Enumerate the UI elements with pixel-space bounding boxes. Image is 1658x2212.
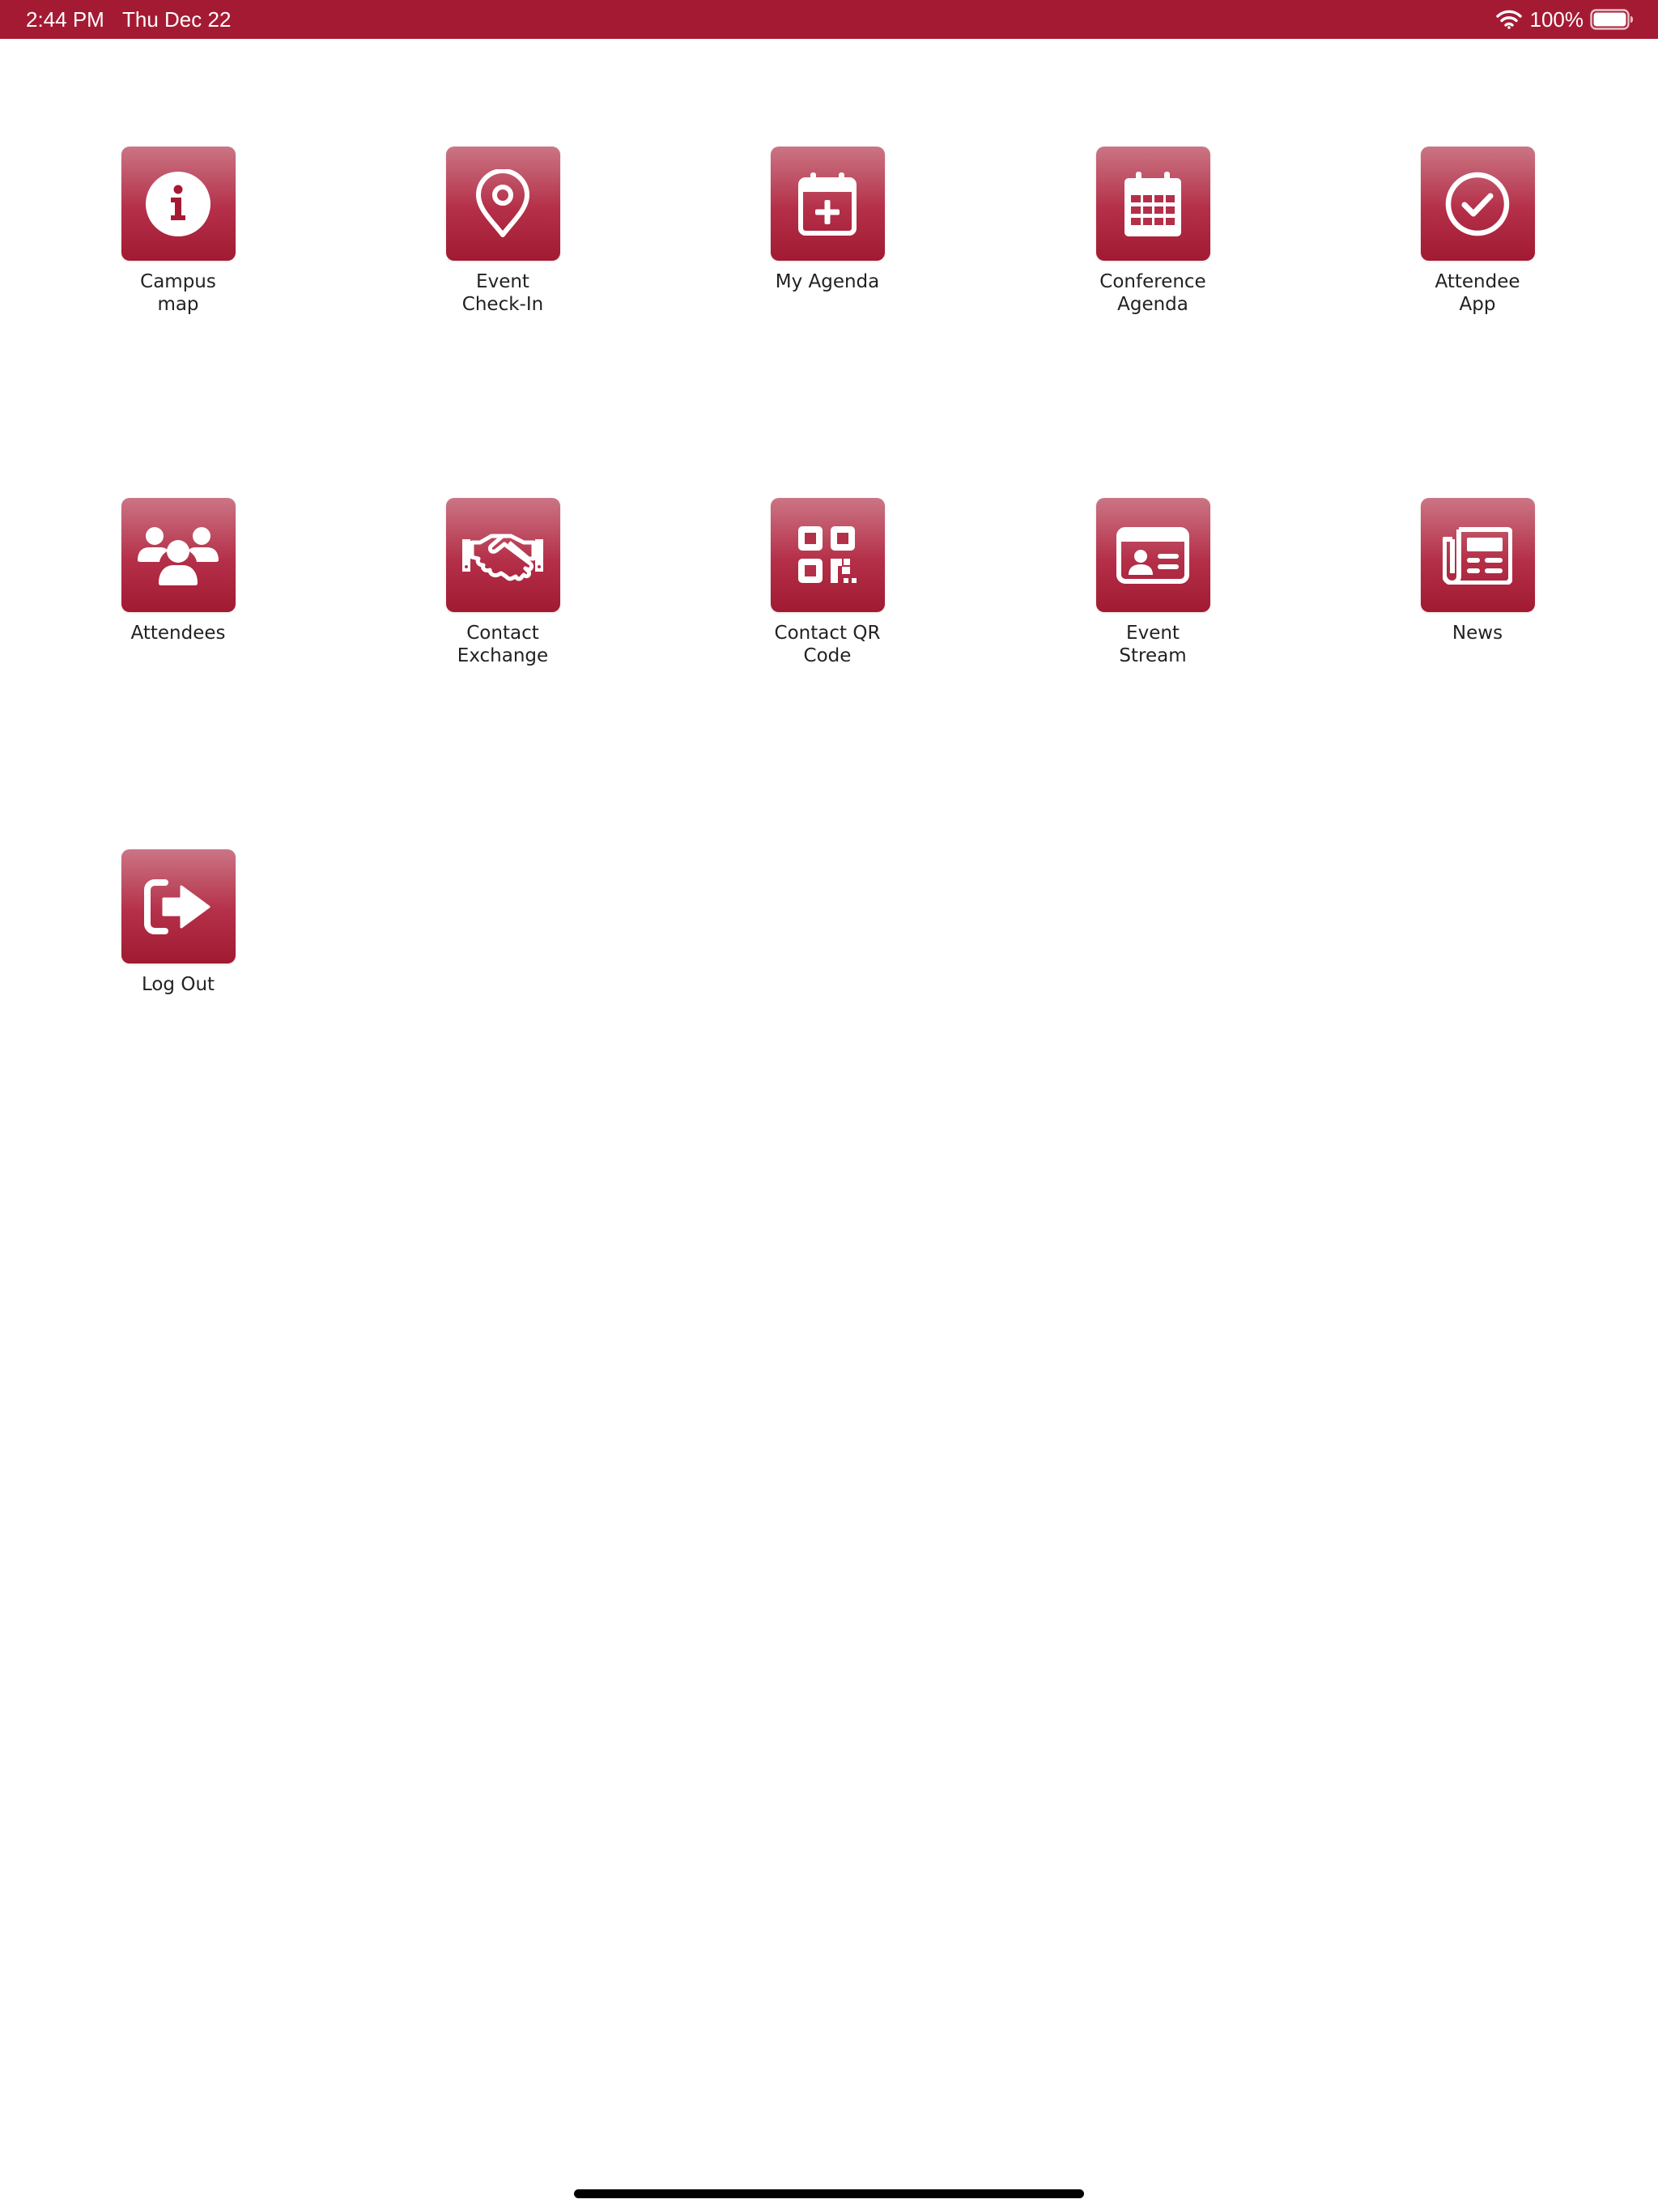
tile-contact-qr-code[interactable]: Contact QR Code xyxy=(690,498,965,667)
map-pin-icon xyxy=(476,168,529,237)
status-indicators: 100% xyxy=(1495,5,1635,34)
attendee-app-button[interactable] xyxy=(1420,147,1535,261)
id-card-icon xyxy=(1116,526,1189,584)
tile-event-check-in[interactable]: Event Check-In xyxy=(365,147,640,316)
info-icon xyxy=(146,171,210,236)
tile-contact-exchange[interactable]: Contact Exchange xyxy=(365,498,640,667)
calendar-grid-icon xyxy=(1124,171,1181,236)
tile-campus-map[interactable]: Campus map xyxy=(40,147,316,316)
tile-label: Conference Agenda xyxy=(1099,271,1206,315)
battery-icon xyxy=(1590,9,1634,30)
users-icon xyxy=(138,526,219,585)
tile-label: Attendee App xyxy=(1435,271,1520,315)
contact-exchange-button[interactable] xyxy=(445,498,560,612)
battery-percentage: 100% xyxy=(1529,6,1584,32)
tile-label: My Agenda xyxy=(775,271,880,292)
check-circle-icon xyxy=(1445,172,1510,236)
tile-attendees[interactable]: Attendees xyxy=(40,498,316,644)
tile-label: Attendees xyxy=(130,623,226,644)
tile-log-out[interactable]: Log Out xyxy=(40,849,316,996)
attendees-button[interactable] xyxy=(121,498,236,612)
home-indicator[interactable] xyxy=(574,2189,1084,2198)
status-time: 2:44 PM xyxy=(26,7,104,32)
tile-conference-agenda[interactable]: Conference Agenda xyxy=(1015,147,1290,316)
tile-label: News xyxy=(1452,623,1503,644)
tile-label: Contact QR Code xyxy=(774,623,881,666)
contact-qr-code-button[interactable] xyxy=(770,498,885,612)
tile-label: Campus map xyxy=(140,271,216,315)
calendar-plus-icon xyxy=(798,172,857,236)
tile-my-agenda[interactable]: My Agenda xyxy=(690,147,965,293)
sign-out-icon xyxy=(144,878,210,934)
campus-map-button[interactable] xyxy=(121,147,236,261)
tile-label: Event Stream xyxy=(1119,623,1187,666)
wifi-icon xyxy=(1495,10,1530,29)
tile-event-stream[interactable]: Event Stream xyxy=(1015,498,1290,667)
tile-news[interactable]: News xyxy=(1340,498,1615,644)
my-agenda-button[interactable] xyxy=(770,147,885,261)
newspaper-icon xyxy=(1443,526,1512,585)
tile-label: Log Out xyxy=(141,974,215,995)
status-bar: 2:44 PM Thu Dec 22 100% xyxy=(0,0,1658,39)
status-date: Thu Dec 22 xyxy=(122,7,232,32)
event-check-in-button[interactable] xyxy=(445,147,560,261)
tile-label: Event Check-In xyxy=(461,271,544,315)
tile-label: Contact Exchange xyxy=(457,623,549,666)
handshake-icon xyxy=(462,534,543,581)
tile-attendee-app[interactable]: Attendee App xyxy=(1340,147,1615,316)
conference-agenda-button[interactable] xyxy=(1095,147,1210,261)
log-out-button[interactable] xyxy=(121,849,236,963)
news-button[interactable] xyxy=(1420,498,1535,612)
qr-code-icon xyxy=(798,525,857,583)
event-stream-button[interactable] xyxy=(1095,498,1210,612)
